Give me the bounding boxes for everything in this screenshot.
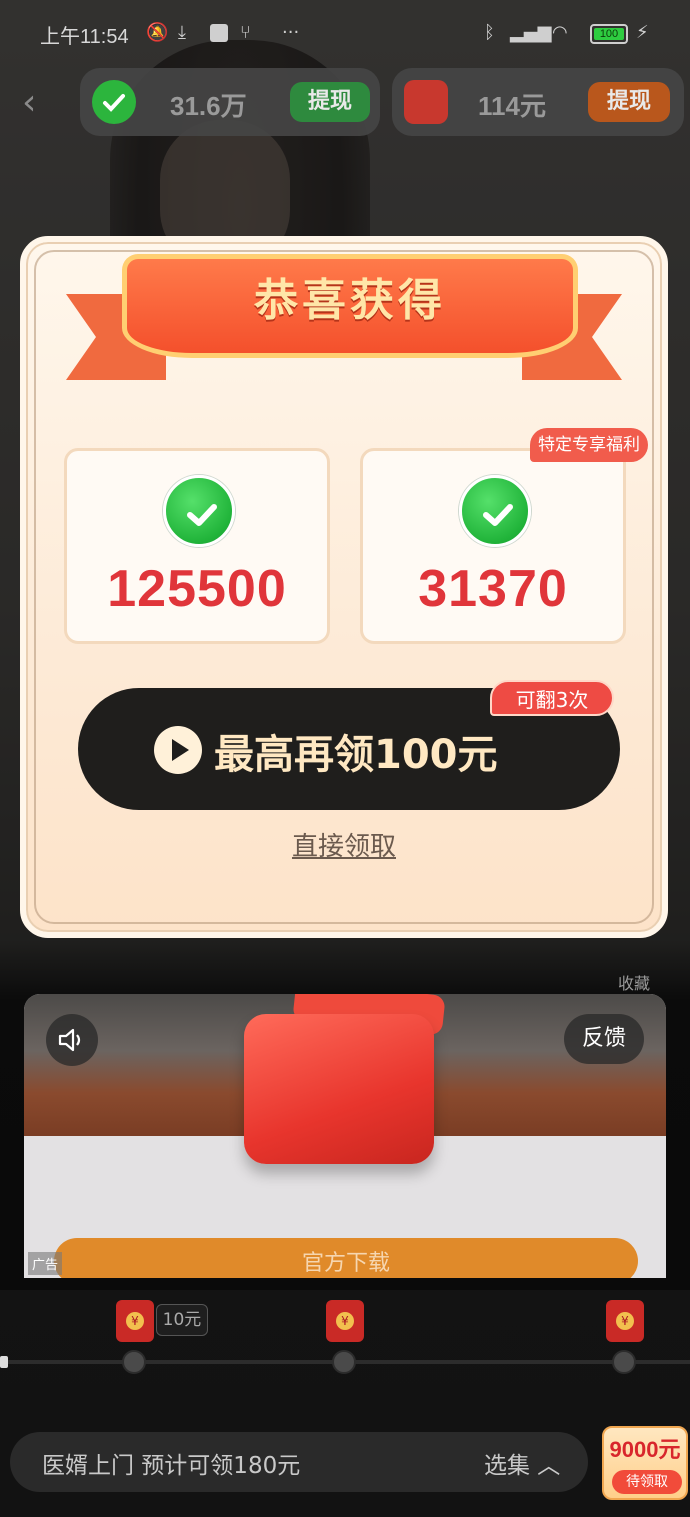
play-icon (154, 726, 202, 774)
cash-withdraw-button[interactable]: 提现 (588, 82, 670, 122)
cash-balance: 114元 (478, 91, 546, 121)
red-envelope-icon[interactable]: ¥ (116, 1300, 154, 1342)
reward-popup: 恭喜获得 125500 31370 特定专享福利 最高再领100元 可翻3次 直… (20, 236, 668, 938)
flip-count-badge: 可翻3次 (490, 680, 614, 716)
direct-claim-link[interactable]: 直接领取 (26, 826, 662, 863)
official-download-button[interactable]: 官方下载 (54, 1238, 638, 1278)
red-envelope-icon (404, 80, 448, 124)
wechat-icon (163, 475, 235, 547)
gift-box-image (244, 1014, 434, 1164)
ad-banner[interactable]: 反馈 官方下载 广告 (24, 994, 666, 1278)
coins-withdraw-button[interactable]: 提现 (290, 82, 370, 122)
more-icon: ··· (282, 22, 300, 43)
status-time: 上午11:54 (40, 26, 129, 48)
status-bar: 上午11:54 🔕 ⤓ ⑂ ··· ᛒ ▂▄▆ ◠ 100 ⚡ (0, 14, 690, 54)
battery-icon: 100 (590, 24, 628, 44)
wechat-icon (92, 80, 136, 124)
wechat-icon (459, 475, 531, 547)
feedback-button[interactable]: 反馈 (564, 1014, 644, 1064)
reward-card-2: 31370 (360, 448, 626, 644)
track-node (612, 1350, 636, 1374)
drama-info-bar[interactable]: 医婿上门 预计可领180元 选集 ︿ (10, 1432, 588, 1492)
coin-balance: 31.6万 (170, 91, 247, 121)
pending-reward-badge[interactable]: 9000元 待领取 (602, 1426, 688, 1500)
usb-icon: ⑂ (240, 22, 251, 43)
pending-reward-status: 待领取 (612, 1470, 682, 1494)
download-icon: ⤓ (178, 22, 186, 43)
signal-icon: ▂▄▆ (510, 22, 552, 43)
special-benefit-tag: 特定专享福利 (530, 428, 648, 462)
back-arrow-icon[interactable]: ‹ (22, 82, 36, 123)
battery-level: 100 (594, 28, 624, 40)
progress-start-marker (0, 1356, 8, 1368)
track-node (332, 1350, 356, 1374)
charging-icon: ⚡ (636, 22, 649, 43)
speaker-icon[interactable] (46, 1014, 98, 1066)
episode-select-button[interactable]: 选集 ︿ (484, 1446, 560, 1480)
coin-balance-pill: 31.6万 提现 (80, 68, 380, 136)
reward-chip: 10元 (156, 1304, 208, 1336)
red-envelope-icon[interactable]: ¥ (326, 1300, 364, 1342)
cash-balance-pill: 114元 提现 (392, 68, 684, 136)
cta-label: 最高再领100元 (214, 732, 498, 778)
pending-reward-value: 9000元 (609, 1437, 681, 1462)
reward-amount: 31370 (418, 560, 568, 618)
collect-label[interactable]: 收藏 (618, 970, 650, 994)
drama-title: 医婿上门 预计可领180元 (42, 1453, 301, 1479)
bluetooth-icon: ᛒ (484, 22, 495, 43)
reward-card-1: 125500 (64, 448, 330, 644)
track-node (122, 1350, 146, 1374)
wifi-icon: ◠ (552, 22, 568, 43)
ad-label: 广告 (28, 1252, 63, 1275)
bell-off-icon: 🔕 (146, 22, 169, 43)
popup-title: 恭喜获得 (254, 275, 446, 326)
reward-amount: 125500 (107, 560, 287, 618)
red-envelope-icon[interactable]: ¥ (606, 1300, 644, 1342)
app-icon (210, 24, 228, 42)
